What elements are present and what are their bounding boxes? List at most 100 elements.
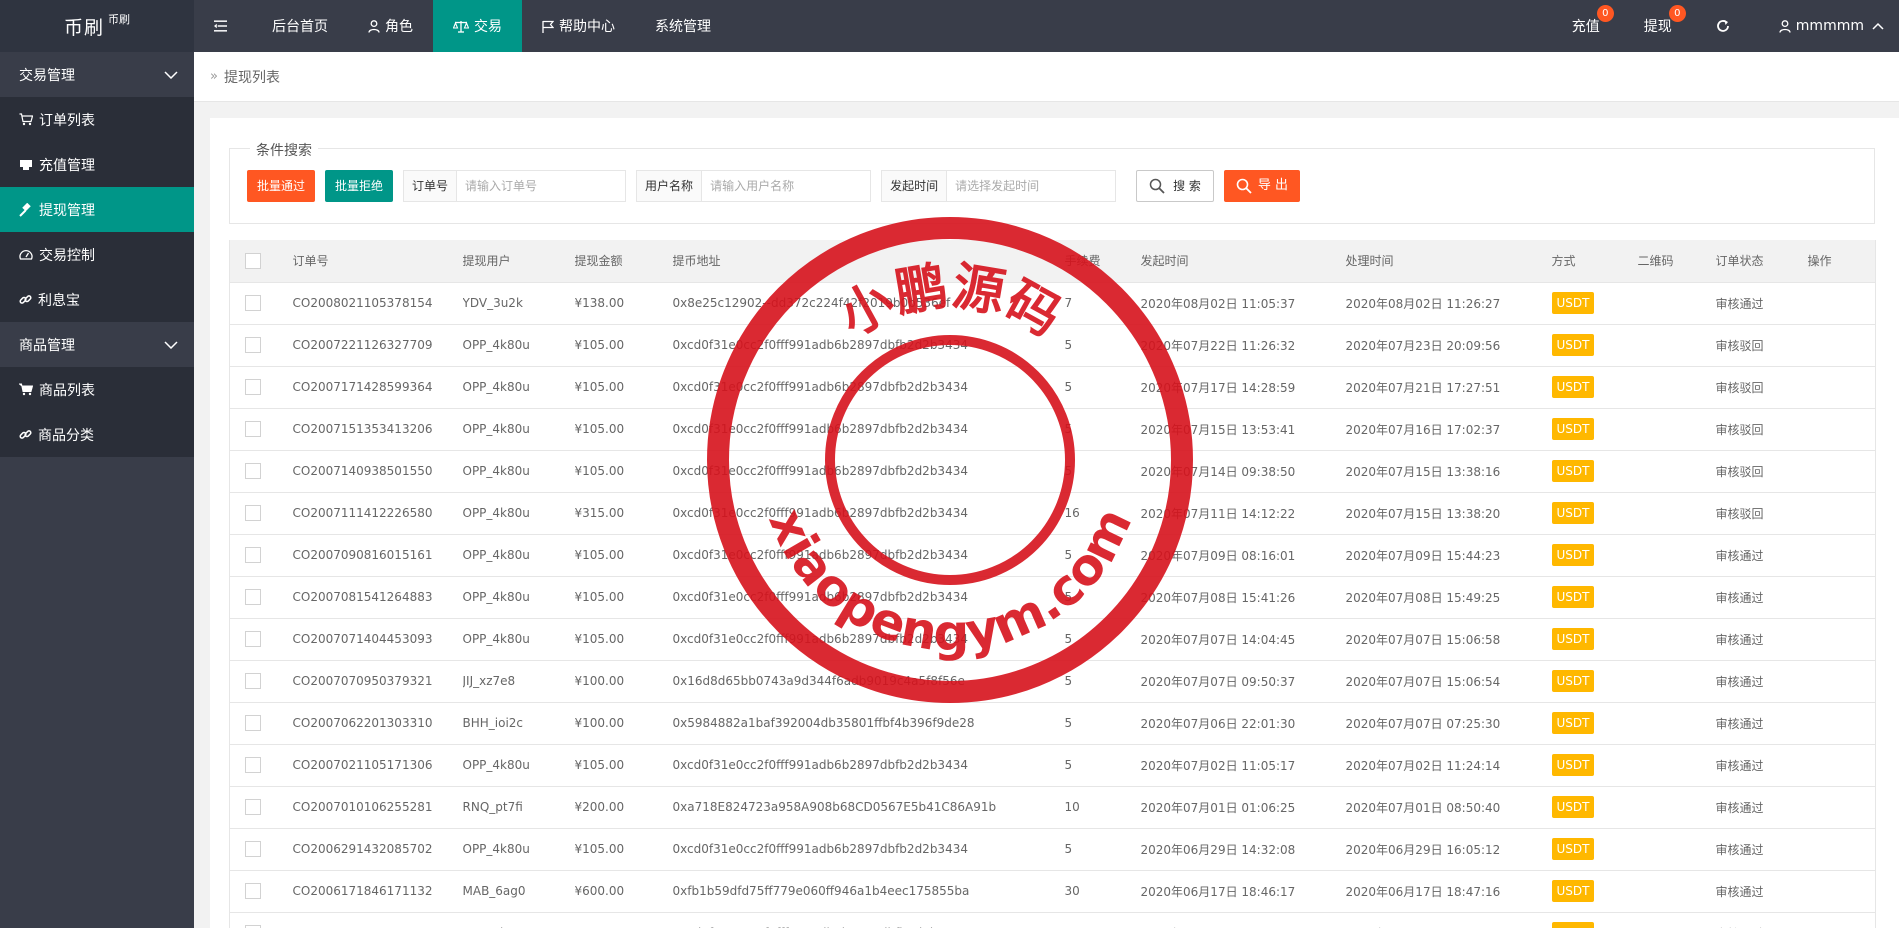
table-row[interactable]: CO2007071404453093 OPP_4k80u ¥105.00 0xcd0f… [229,618,1876,661]
table-row[interactable]: CO2006291432085702 OPP_4k80u ¥105.00 0xcd0f… [229,828,1876,871]
start-time-input[interactable] [947,171,1116,201]
batch-reject-button[interactable]: 批量拒绝 [325,170,394,202]
search-button[interactable]: 搜 索 [1136,170,1214,202]
sidebar-item-label: 商品列表 [39,382,95,399]
table-row[interactable]: CO2007021105171306 OPP_4k80u ¥105.00 0xcd0f… [229,744,1876,787]
search-icon [1236,178,1252,194]
fee-cell: 5 [1064,366,1141,409]
address-cell: 0xcd0f31e0cc2f0fff991adb6b2897dbfb2d2b34… [672,492,1065,535]
created-time-cell: 2020年07月02日 11:05:17 [1140,744,1346,787]
logo[interactable]: 币刷 币刷 [0,0,194,52]
fee-cell: 10 [1064,786,1141,829]
qrcode-cell [1637,870,1716,913]
sidebar-item-trade-control[interactable]: 交易控制 [0,232,194,277]
row-select-cell [229,744,275,787]
top-header: 币刷 币刷 后台首页 角色 交易 帮助中心 系统管理 充值 0 提现 0 mmm… [0,0,1899,52]
username-input[interactable] [702,171,871,201]
flag-icon [542,20,554,33]
table-row[interactable]: CO2006171846171132 MAB_6ag0 ¥600.00 0xfb1b5… [229,870,1876,913]
row-checkbox[interactable] [245,757,261,773]
row-checkbox[interactable] [245,295,261,311]
qrcode-cell [1637,618,1716,661]
amount-cell: ¥105.00 [574,828,673,871]
row-checkbox[interactable] [245,547,261,563]
row-checkbox[interactable] [245,841,261,857]
sidebar-group-goods[interactable]: 商品管理 [0,322,194,367]
status-cell: 审核驳回 [1715,366,1808,409]
nav-system[interactable]: 系统管理 [635,0,731,52]
chevron-down-icon [164,70,178,79]
created-time-cell: 2020年06月16日 10:05:30 [1140,912,1346,928]
action-cell [1807,450,1876,493]
user-cell: OPP_4k80u [462,408,575,451]
row-checkbox[interactable] [245,421,261,437]
user-menu[interactable]: mmmmm [1757,0,1899,52]
created-time-cell: 2020年07月06日 22:01:30 [1140,702,1346,745]
table-row[interactable]: CO2007140938501550 OPP_4k80u ¥105.00 0xcd0f… [229,450,1876,493]
status-cell: 审核通过 [1715,912,1808,928]
user-cell: OPP_4k80u [462,534,575,577]
row-checkbox[interactable] [245,799,261,815]
row-checkbox[interactable] [245,505,261,521]
search-legend: 条件搜索 [250,140,318,160]
created-time-cell: 2020年07月09日 08:16:01 [1140,534,1346,577]
username-field: 用户名称 [636,170,872,202]
sidebar-item-goods-category[interactable]: 商品分类 [0,412,194,457]
sidebar-item-label: 充值管理 [39,157,95,174]
batch-approve-button[interactable]: 批量通过 [247,170,316,202]
double-chevron-icon: » [210,69,218,84]
table-row[interactable]: CO2007062201303310 BHH_ioi2c ¥100.00 0x5984… [229,702,1876,745]
menu-toggle-button[interactable] [194,0,252,52]
qrcode-cell [1637,324,1716,367]
table-body: CO2008021105378154 YDV_3u2k ¥138.00 0x8e25c… [229,282,1876,928]
row-checkbox[interactable] [245,379,261,395]
row-checkbox[interactable] [245,673,261,689]
row-checkbox[interactable] [245,589,261,605]
header-cell: 提币地址 [672,240,1065,283]
row-select-cell [229,282,275,325]
select-all-checkbox[interactable] [245,252,261,269]
sidebar-item-recharge[interactable]: 充值管理 [0,142,194,187]
created-time-cell: 2020年08月02日 11:05:37 [1140,282,1346,325]
table-row[interactable]: CO2007151353413206 OPP_4k80u ¥105.00 0xcd0f… [229,408,1876,451]
nav-dashboard[interactable]: 后台首页 [252,0,348,52]
nav-roles[interactable]: 角色 [348,0,433,52]
order-number-input[interactable] [457,171,626,201]
fee-cell: 5 [1064,450,1141,493]
refresh-button[interactable] [1694,0,1757,52]
sidebar-item-withdraw[interactable]: 提现管理 [0,187,194,232]
export-button[interactable]: 导 出 [1223,170,1301,202]
table-row[interactable]: CO2007070950379321 JIJ_xz7e8 ¥100.00 0x16d8… [229,660,1876,703]
row-select-cell [229,618,275,661]
row-checkbox[interactable] [245,631,261,647]
table-row[interactable]: CO2007171428599364 OPP_4k80u ¥105.00 0xcd0f… [229,366,1876,409]
method-cell: USDT [1551,702,1638,745]
nav-help[interactable]: 帮助中心 [522,0,635,52]
table-row[interactable]: CO2007010106255281 RNQ_pt7fi ¥200.00 0xa718… [229,786,1876,829]
user-icon [368,19,380,33]
processed-time-cell: 2020年07月07日 15:06:58 [1345,618,1552,661]
method-tag: USDT [1551,922,1595,928]
table-row[interactable]: CO2007221126327709 OPP_4k80u ¥105.00 0xcd0f… [229,324,1876,367]
address-cell: 0xcd0f31e0cc2f0fff991adb6b2897dbfb2d2b34… [672,828,1065,871]
row-checkbox[interactable] [245,337,261,353]
table-row[interactable]: CO2008021105378154 YDV_3u2k ¥138.00 0x8e25c… [229,282,1876,325]
table-row[interactable]: CO2007111412226580 OPP_4k80u ¥315.00 0xcd0f… [229,492,1876,535]
row-checkbox[interactable] [245,883,261,899]
table-row[interactable]: CO2007090816015161 OPP_4k80u ¥105.00 0xcd0f… [229,534,1876,577]
created-time-cell: 2020年07月11日 14:12:22 [1140,492,1346,535]
table-row[interactable]: CO2007081541264883 OPP_4k80u ¥105.00 0xcd0f… [229,576,1876,619]
address-cell: 0xa718E824723a958A908b68CD0567E5b41C86A9… [672,786,1065,829]
nav-trade[interactable]: 交易 [433,0,522,52]
created-time-cell: 2020年07月08日 15:41:26 [1140,576,1346,619]
sidebar-group-trade[interactable]: 交易管理 [0,52,194,97]
sidebar-item-goods-list[interactable]: 商品列表 [0,367,194,412]
table-row[interactable]: CO2006161005309593OPP_4k80u¥100.000xcd0f… [229,912,1876,928]
withdraw-button[interactable]: 提现 0 [1622,0,1694,52]
sidebar-item-interest[interactable]: 利息宝 [0,277,194,322]
row-checkbox[interactable] [245,715,261,731]
sidebar-item-orders[interactable]: 订单列表 [0,97,194,142]
recharge-button[interactable]: 充值 0 [1550,0,1622,52]
sidebar-group-goods-label: 商品管理 [19,337,75,354]
row-checkbox[interactable] [245,463,261,479]
